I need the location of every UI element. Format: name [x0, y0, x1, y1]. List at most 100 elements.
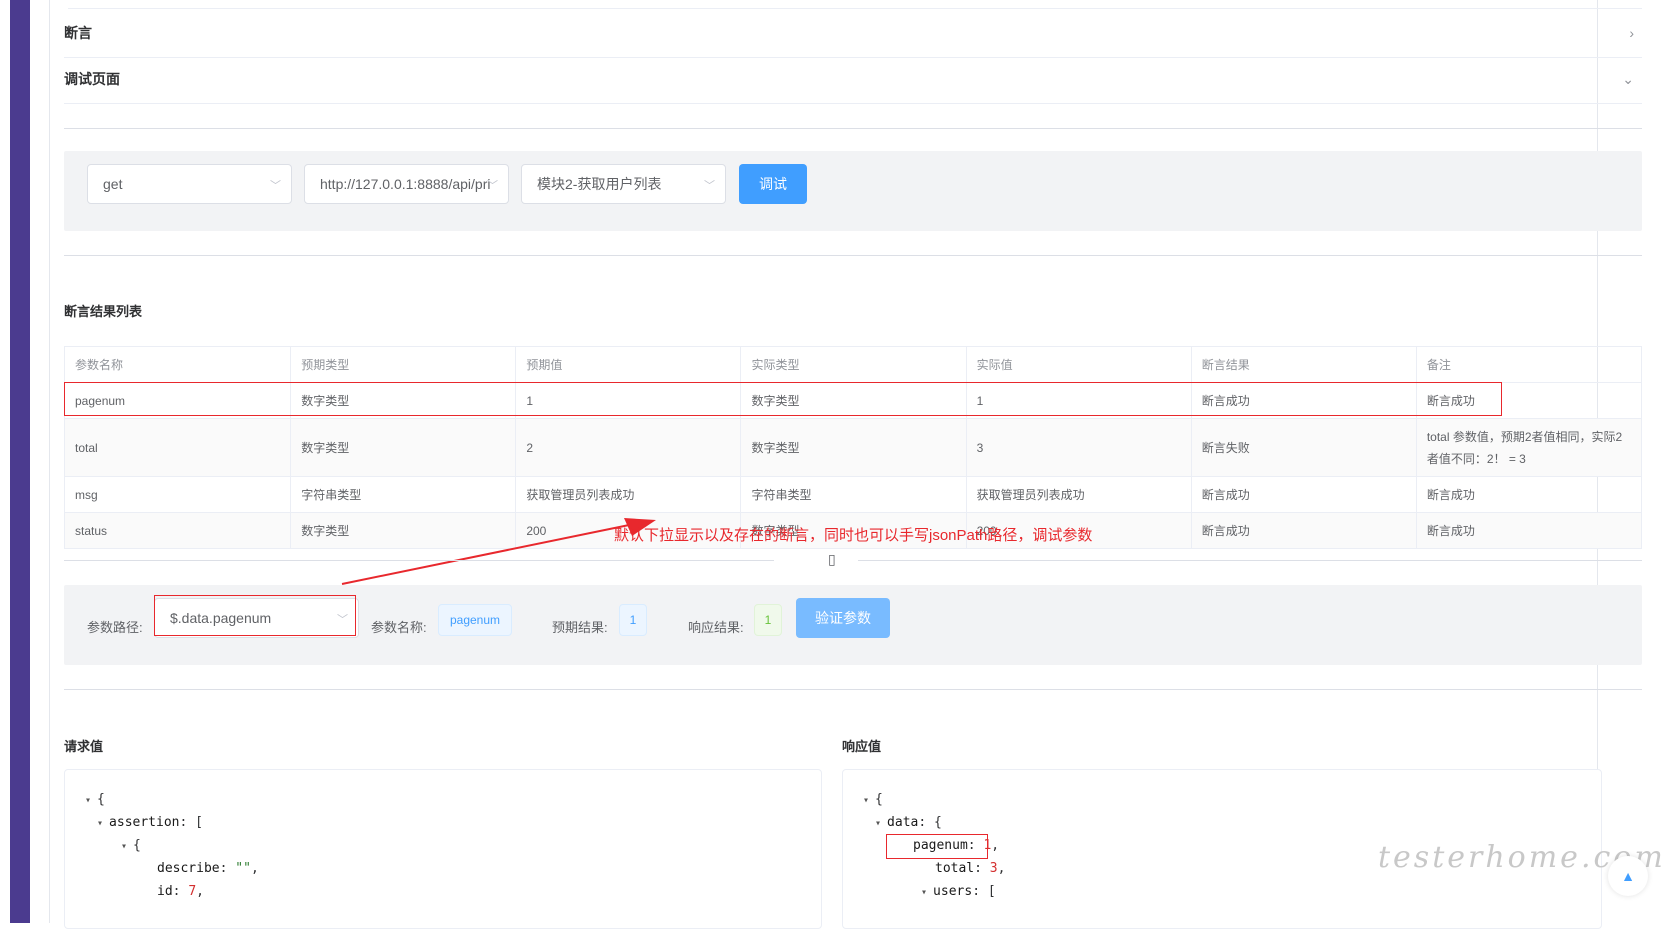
verify-button[interactable]: 验证参数: [796, 598, 890, 638]
chevron-down-icon: ﹀: [270, 180, 281, 192]
json-line[interactable]: ▾ assertion: [: [97, 815, 203, 830]
collapse-assertion[interactable]: 断言 ›: [64, 9, 1642, 58]
json-colon: :: [219, 861, 236, 876]
table-cell: 数字类型: [740, 418, 967, 477]
arrow-up-icon: ▲: [1621, 868, 1635, 884]
table-cell: 断言成功: [1190, 476, 1417, 513]
table-cell: total 参数值，预期2者值相同，实际2者值不同：2！ = 3: [1415, 418, 1643, 477]
column-header: 备注: [1415, 346, 1643, 383]
response-label: 响应结果:: [688, 620, 744, 635]
json-line[interactable]: ▾ {: [85, 792, 105, 807]
table-row: total 数字类型 2 数字类型 3 断言失败 total 参数值，预期2者值相同，实际2…: [63, 418, 1643, 477]
left-sidebar: [0, 0, 30, 923]
expected-label: 预期结果:: [552, 620, 608, 635]
json-punct: : [: [179, 815, 203, 830]
collapse-debug[interactable]: 调试页面 ⌄: [64, 55, 1642, 104]
json-number: 7: [188, 884, 197, 899]
table-cell: total: [63, 418, 292, 477]
method-value: get: [103, 176, 123, 192]
divider: [64, 689, 1642, 690]
caret-down-icon[interactable]: ▾: [85, 795, 97, 806]
case-value: 模块2-获取用户列表: [537, 176, 662, 192]
chevron-down-icon: ﹀: [704, 180, 715, 192]
json-string: "": [235, 861, 251, 876]
caret-down-icon[interactable]: ▾: [875, 818, 887, 829]
debug-button[interactable]: 调试: [739, 164, 807, 204]
table-cell: 3: [965, 418, 1192, 477]
table-row: msg 字符串类型 获取管理员列表成功 字符串类型 获取管理员列表成功 断言成功 断言成功: [63, 476, 1643, 513]
assertion-result-table: 参数名称 预期类型 预期值 实际类型 实际值 断言结果 备注 pagenum 数字类型 1 数字类…: [63, 346, 1643, 549]
caret-down-icon[interactable]: ▾: [121, 841, 133, 852]
chevron-down-icon: ⌄: [1622, 70, 1634, 87]
json-key: users: [933, 884, 973, 899]
case-select[interactable]: 模块2-获取用户列表 ﹀: [521, 164, 726, 204]
scroll-to-top-button[interactable]: ▲: [1608, 856, 1648, 896]
json-punct: ,: [196, 884, 204, 899]
method-select[interactable]: get ﹀: [87, 164, 292, 204]
request-json-viewer: ▾ {▾ assertion: [▾ {describe: "", id: 7,: [64, 769, 822, 929]
table-cell: 断言成功: [1415, 476, 1643, 513]
debug-panel: get ﹀ http://127.0.0.1:8888/api/pri ﹀ 模块…: [64, 151, 1642, 231]
json-line[interactable]: ▾ {: [121, 838, 141, 853]
json-key: total: [935, 861, 975, 876]
caret-down-icon[interactable]: ▾: [97, 818, 109, 829]
json-number: 3: [989, 861, 998, 876]
chevron-right-icon: ›: [1629, 25, 1634, 41]
column-header: 实际值: [965, 346, 1192, 383]
column-header: 预期类型: [290, 346, 517, 383]
table-cell: 获取管理员列表成功: [515, 476, 742, 513]
sidebar-strip: [10, 0, 30, 923]
json-colon: :: [172, 884, 189, 899]
json-line[interactable]: ▾ users: [: [921, 884, 996, 899]
json-key: describe: [157, 861, 220, 876]
json-line[interactable]: ▾ {: [863, 792, 883, 807]
json-colon: :: [974, 861, 990, 876]
table-cell: 获取管理员列表成功: [965, 476, 1192, 513]
column-header: 预期值: [515, 346, 742, 383]
table-header-row: 参数名称 预期类型 预期值 实际类型 实际值 断言结果 备注: [63, 346, 1643, 383]
chevron-down-icon: ﹀: [487, 180, 498, 192]
divider-icon: ▯: [828, 551, 836, 567]
url-select[interactable]: http://127.0.0.1:8888/api/pri ﹀: [304, 164, 509, 204]
table-cell: status: [63, 512, 292, 549]
json-key: assertion: [109, 815, 180, 830]
response-tag: 1: [754, 604, 782, 636]
divider: [64, 255, 1642, 256]
highlight-box-pagenum-row: [64, 382, 1502, 416]
caret-down-icon[interactable]: ▾: [921, 887, 933, 898]
table-cell: 2: [515, 418, 742, 477]
table-cell: msg: [63, 476, 292, 513]
response-title: 响应值: [842, 739, 882, 754]
page-left-border: [49, 0, 50, 923]
json-punct: {: [875, 792, 883, 807]
divider: [858, 560, 1642, 561]
json-line: total: 3,: [935, 861, 1005, 876]
table-cell: 断言失败: [1190, 418, 1417, 477]
annotation-text: 默认下拉显示以及存在的断言，同时也可以手写jsonPath路径，调试参数: [614, 527, 1093, 544]
json-key: data: [887, 815, 919, 830]
table-cell: 字符串类型: [740, 476, 967, 513]
json-punct: ,: [991, 838, 1000, 853]
json-punct: {: [133, 838, 141, 853]
name-tag: pagenum: [438, 604, 512, 636]
collapse-debug-title: 调试页面: [64, 71, 120, 87]
url-value: http://127.0.0.1:8888/api/pri: [320, 176, 491, 192]
table-cell: 字符串类型: [290, 476, 517, 513]
path-label: 参数路径:: [87, 620, 143, 635]
divider: [64, 560, 774, 561]
json-punct: : [: [972, 884, 996, 899]
table-cell: 断言成功: [1190, 512, 1417, 549]
table-cell: 断言成功: [1415, 512, 1643, 549]
json-punct: {: [97, 792, 105, 807]
name-label: 参数名称:: [371, 620, 427, 635]
highlight-box-path: [154, 595, 356, 636]
json-punct: : {: [918, 815, 942, 830]
result-table-title: 断言结果列表: [64, 304, 143, 319]
json-line[interactable]: ▾ data: {: [875, 815, 942, 830]
request-title: 请求值: [64, 739, 104, 754]
highlight-box-pagenum: [886, 834, 988, 859]
caret-down-icon[interactable]: ▾: [863, 795, 875, 806]
expected-tag: 1: [619, 604, 647, 636]
json-key: id: [157, 884, 173, 899]
column-header: 断言结果: [1190, 346, 1417, 383]
